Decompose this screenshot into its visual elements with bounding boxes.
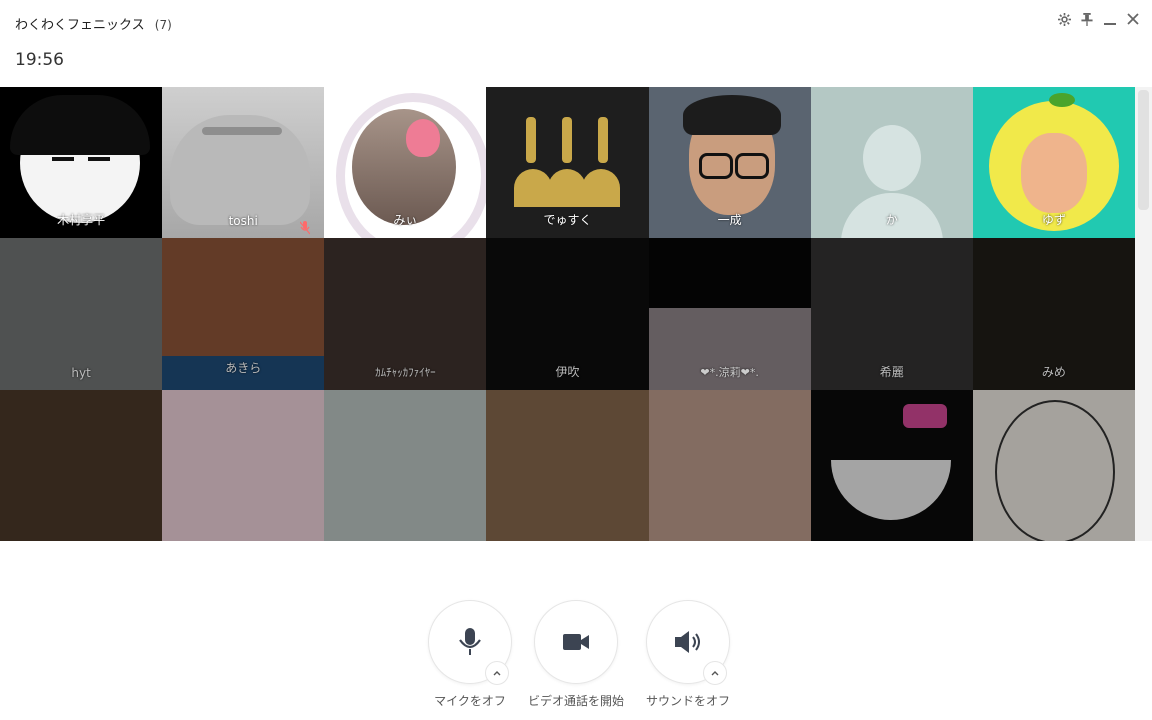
avatar: [512, 117, 622, 207]
call-controls: マイクをオフ ビデオ通話を開始 サウンドをオフ: [420, 600, 732, 720]
gear-icon[interactable]: [1057, 12, 1071, 26]
glasses: [698, 153, 733, 179]
avatar-hair: [682, 95, 781, 135]
member-count: (7): [154, 18, 172, 32]
crest-stem: [562, 117, 573, 163]
muted-mic-icon: [299, 221, 311, 235]
grid-scrollbar-thumb[interactable]: [1138, 90, 1149, 210]
participant-name: hyt: [71, 365, 91, 380]
mic-options-button[interactable]: [485, 661, 509, 685]
participant-tile-inactive[interactable]: [162, 389, 325, 541]
avatar-eye: [52, 157, 74, 161]
pin-icon[interactable]: [1080, 12, 1094, 26]
participant-name: あきら: [225, 360, 262, 375]
participant-tile[interactable]: ゆず: [972, 87, 1135, 239]
participant-name: 木村享平: [57, 213, 106, 228]
inactive-overlay: [810, 389, 973, 541]
mic-label: マイクをオフ: [434, 694, 506, 708]
minimize-icon[interactable]: [1103, 12, 1117, 26]
avatar: [352, 109, 457, 225]
participant-name: 一成: [717, 213, 742, 228]
participant-tile-inactive[interactable]: ｶﾑﾁｬｯｶﾌｧｲﾔｰ: [324, 238, 487, 390]
sound-label: サウンドをオフ: [645, 694, 730, 708]
participant-tile[interactable]: か: [810, 87, 973, 239]
crest-stem: [598, 117, 609, 163]
participant-tile-inactive[interactable]: [324, 389, 487, 541]
participant-tile-inactive[interactable]: みめ: [972, 238, 1135, 390]
participant-name: ❤︎*.涼莉❤︎*.: [700, 365, 759, 379]
inactive-overlay: [972, 389, 1135, 541]
group-title: わくわくフェニックス (7): [15, 14, 172, 33]
crest-leaf: [548, 169, 587, 207]
crest-leaf: [514, 169, 553, 207]
participant-tile-inactive[interactable]: [0, 389, 163, 541]
participant-tile[interactable]: 木村享平: [0, 87, 163, 239]
window-controls: [1057, 12, 1140, 26]
participant-tile[interactable]: でゅすく: [486, 87, 649, 239]
call-timer: 19:56: [15, 50, 64, 70]
participant-name: か: [885, 213, 898, 228]
strawberry-sticker: [406, 119, 441, 157]
participant-name: ｶﾑﾁｬｯｶﾌｧｲﾔｰ: [375, 365, 436, 379]
participant-tile-inactive[interactable]: 希麗: [810, 238, 973, 390]
mic-control: マイクをオフ: [420, 600, 520, 709]
participant-tile-inactive[interactable]: ❤︎*.涼莉❤︎*.: [648, 238, 811, 390]
participant-tile[interactable]: みぃ: [324, 87, 487, 239]
default-avatar-icon: [862, 125, 921, 191]
inactive-overlay: [486, 389, 649, 541]
avatar-detail: [202, 127, 283, 135]
participant-name: でゅすく: [543, 213, 592, 228]
avatar-eye: [88, 157, 110, 161]
video-label: ビデオ通話を開始: [527, 694, 624, 708]
participant-name: みぃ: [393, 213, 418, 228]
sound-options-button[interactable]: [703, 661, 727, 685]
participant-grid: 木村享平 toshi みぃ でゅすく 一成 か ゆず hyt あきら ｶﾑﾁｬｯ…: [0, 87, 1135, 541]
participant-tile[interactable]: toshi: [162, 87, 325, 239]
inactive-overlay: [162, 389, 325, 541]
participant-name: 伊吹: [555, 364, 580, 379]
participant-name: みめ: [1041, 364, 1066, 379]
video-control: ビデオ通話を開始: [526, 600, 626, 709]
crest-stem: [526, 117, 537, 163]
inactive-overlay: [648, 389, 811, 541]
glasses: [734, 153, 769, 179]
participant-tile-inactive[interactable]: [972, 389, 1135, 541]
avatar-hair: [10, 95, 150, 155]
participant-name: ゆず: [1041, 213, 1066, 228]
close-icon[interactable]: [1126, 12, 1140, 26]
mic-toggle-button[interactable]: [428, 600, 512, 685]
group-name: わくわくフェニックス: [15, 18, 145, 33]
avatar-leaf: [1048, 93, 1075, 107]
video-call-button[interactable]: [534, 600, 618, 684]
participant-tile-inactive[interactable]: あきら: [162, 238, 325, 390]
avatar-face: [1020, 133, 1087, 213]
participant-tile-inactive[interactable]: 伊吹: [486, 238, 649, 390]
participant-tile-inactive[interactable]: [486, 389, 649, 541]
sound-control: サウンドをオフ: [638, 600, 738, 709]
title-bar: わくわくフェニックス (7): [0, 0, 1152, 46]
participant-tile-inactive[interactable]: [810, 389, 973, 541]
participant-tile-inactive[interactable]: hyt: [0, 238, 163, 390]
inactive-overlay: [0, 389, 163, 541]
participant-tile-inactive[interactable]: [648, 389, 811, 541]
sound-toggle-button[interactable]: [646, 600, 730, 685]
participant-name: 希麗: [879, 364, 904, 379]
inactive-overlay: [324, 389, 487, 541]
crest-leaf: [582, 169, 621, 207]
participant-tile[interactable]: 一成: [648, 87, 811, 239]
